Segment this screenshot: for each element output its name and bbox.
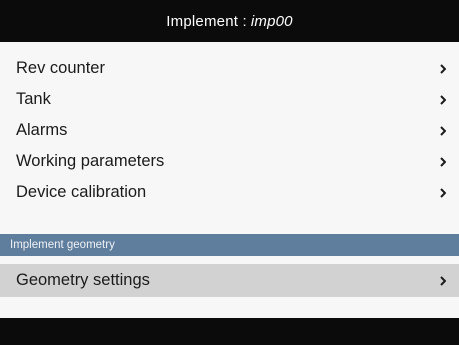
- menu-item-rev-counter[interactable]: Rev counter: [0, 53, 459, 84]
- menu-item-device-calibration[interactable]: Device calibration: [0, 177, 459, 208]
- menu-item-geometry-settings[interactable]: Geometry settings: [0, 264, 459, 297]
- bottom-bar: [0, 318, 459, 345]
- chevron-right-icon: [440, 63, 446, 74]
- implement-menu: Rev counter Tank Alarms Working paramete…: [0, 53, 459, 208]
- implement-screen: Implement : imp00 Rev counter Tank Alarm…: [0, 0, 459, 345]
- chevron-right-icon: [440, 94, 446, 105]
- title-bar: Implement : imp00: [0, 0, 459, 42]
- menu-item-alarms[interactable]: Alarms: [0, 115, 459, 146]
- section-header-label: Implement geometry: [10, 239, 115, 251]
- menu-item-label: Rev counter: [16, 59, 105, 77]
- menu-item-tank[interactable]: Tank: [0, 84, 459, 115]
- menu-item-label: Device calibration: [16, 183, 147, 201]
- chevron-right-icon: [440, 156, 446, 167]
- chevron-right-icon: [440, 275, 446, 286]
- chevron-right-icon: [440, 187, 446, 198]
- menu-item-label: Tank: [16, 90, 51, 108]
- implement-name: imp00: [250, 12, 293, 30]
- menu-item-label: Geometry settings: [16, 271, 150, 289]
- menu-item-working-parameters[interactable]: Working parameters: [0, 146, 459, 177]
- chevron-right-icon: [440, 125, 446, 136]
- title-prefix: Implement :: [166, 12, 247, 30]
- menu-item-label: Working parameters: [16, 152, 165, 170]
- section-header-implement-geometry: Implement geometry: [0, 234, 459, 256]
- menu-item-label: Alarms: [16, 121, 68, 139]
